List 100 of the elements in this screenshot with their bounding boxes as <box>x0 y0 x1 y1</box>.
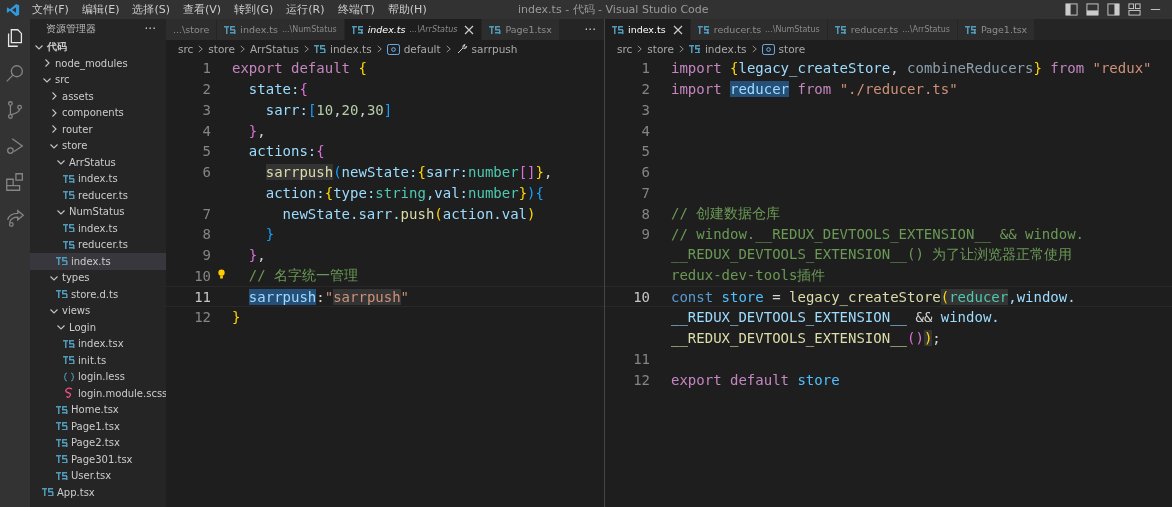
tree-item[interactable]: Page301.tsx <box>30 451 166 468</box>
code-line: import {legacy_createStore, combineReducers} from "redux" <box>671 60 1152 77</box>
line-number: 9 <box>641 226 650 243</box>
more-actions-button[interactable]: ··· <box>144 22 156 36</box>
tree-item[interactable]: store.d.ts <box>30 286 166 303</box>
breadcrumb-item[interactable]: store <box>208 43 235 55</box>
tree-item[interactable]: Page1.tsx <box>30 418 166 435</box>
typescript-file-icon <box>56 405 68 414</box>
line-number: 11 <box>194 288 211 305</box>
code-line: // 创建数据仓库 <box>671 204 781 223</box>
tree-item[interactable]: login.less <box>30 368 166 385</box>
menu-item[interactable]: 运行(R) <box>286 2 325 17</box>
line-number: 9 <box>202 247 211 264</box>
tree-item[interactable]: Home.tsx <box>30 401 166 418</box>
code-line: } <box>264 226 275 243</box>
editor-tab[interactable]: index.ts ...\ArrStatus <box>344 19 483 40</box>
tree-item[interactable]: login.module.scss <box>30 385 166 402</box>
tree-item[interactable]: components <box>30 104 166 121</box>
menu-item[interactable]: 查看(V) <box>183 2 222 17</box>
line-number: 10 <box>633 288 650 305</box>
menu-item[interactable]: 转到(G) <box>234 2 274 17</box>
line-number: 5 <box>202 143 211 160</box>
tree-item[interactable]: index.ts <box>30 170 166 187</box>
line-number: 2 <box>202 81 211 98</box>
tree-item[interactable]: Page2.tsx <box>30 434 166 451</box>
tree-item[interactable]: NumStatus <box>30 203 166 220</box>
tree-item[interactable]: App.tsx <box>30 484 166 501</box>
breadcrumb-item[interactable]: index.ts <box>704 43 747 55</box>
tree-item[interactable]: ArrStatus <box>30 154 166 171</box>
line-number: 7 <box>641 184 650 201</box>
code-line: state:{ <box>247 81 308 98</box>
breadcrumb-item[interactable]: ArrStatus <box>249 43 299 55</box>
window-title: index.ts - 代码 - Visual Studio Code <box>518 2 709 17</box>
editor-tab[interactable]: reducer.ts ...\ArrStatus <box>827 19 958 40</box>
editor-tab[interactable]: reducer.ts ...\NumStatus <box>690 19 828 40</box>
line-number: 8 <box>641 205 650 222</box>
tree-item[interactable]: index.ts <box>30 220 166 237</box>
sass-file-icon <box>63 387 75 400</box>
customize-layout-icon[interactable] <box>1128 3 1141 16</box>
line-number: 4 <box>641 122 650 139</box>
line-number: 5 <box>641 143 650 160</box>
editor-tab[interactable]: Page1.tsx <box>482 19 560 40</box>
menu-item[interactable]: 编辑(E) <box>81 2 120 17</box>
tree-item[interactable]: index.ts <box>30 253 166 270</box>
tree-item[interactable]: node_modules <box>30 55 166 72</box>
workspace-header[interactable]: 代码 <box>30 39 166 55</box>
chevron-right-icon <box>303 44 310 54</box>
breadcrumb-item[interactable]: default <box>403 43 441 55</box>
menu-item[interactable]: 文件(F) <box>32 2 69 17</box>
tree-item[interactable]: Login <box>30 319 166 336</box>
typescript-file-icon <box>56 455 68 464</box>
breadcrumb-item[interactable]: sarrpush <box>471 43 518 55</box>
line-number: 7 <box>202 205 211 222</box>
tree-item[interactable]: init.ts <box>30 352 166 369</box>
code-line: newState.sarr.push(action.val) <box>281 205 536 222</box>
typescript-file-icon <box>42 488 54 497</box>
close-icon[interactable] <box>464 24 475 35</box>
menu-item[interactable]: 选择(S) <box>132 2 171 17</box>
workspace-name: 代码 <box>47 40 67 54</box>
breadcrumb-item[interactable]: src <box>617 43 633 55</box>
typescript-file-icon <box>56 422 68 431</box>
line-number: 6 <box>202 164 211 181</box>
chevron-right-icon <box>197 44 205 54</box>
breadcrumb-item[interactable]: index.ts <box>330 43 372 55</box>
lightbulb-icon[interactable] <box>217 267 226 280</box>
breadcrumb-item[interactable]: store <box>778 43 806 55</box>
line-number: 11 <box>633 350 650 367</box>
tree-item[interactable]: router <box>30 121 166 138</box>
chevron-right-icon <box>375 44 383 54</box>
breadcrumb-item[interactable]: store <box>647 43 674 55</box>
tree-item[interactable]: src <box>30 71 166 88</box>
tree-item[interactable]: store <box>30 137 166 154</box>
tree-item[interactable]: assets <box>30 88 166 105</box>
code-line: action:{type:string,val:number}){ <box>264 184 544 201</box>
close-icon[interactable] <box>672 24 683 35</box>
editor-tab[interactable]: ...\store <box>166 19 218 40</box>
editor-tab[interactable]: Page1.tsx <box>957 19 1036 40</box>
layout-icon[interactable] <box>1107 3 1120 16</box>
tree-item[interactable]: User.tsx <box>30 467 166 484</box>
sidebar-title: 资源管理器 <box>46 22 96 36</box>
breadcrumb-item[interactable]: src <box>178 43 194 55</box>
editor-tab[interactable]: index.ts <box>605 19 691 40</box>
menu-item[interactable]: 终端(T) <box>337 2 375 17</box>
code-line: sarr:[10,20,30] <box>264 101 393 118</box>
tree-item[interactable]: reducer.ts <box>30 187 166 204</box>
menu-item[interactable]: 帮助(H) <box>387 2 427 17</box>
tree-item[interactable]: reducer.ts <box>30 236 166 253</box>
code-line: // 名字统一管理 <box>247 266 359 285</box>
tree-item[interactable]: types <box>30 269 166 286</box>
typescript-file-icon <box>63 191 75 200</box>
chevron-right-icon <box>444 44 452 54</box>
more-actions-button[interactable]: ··· <box>576 22 604 37</box>
code-line: }, <box>247 122 266 139</box>
layout-icon[interactable] <box>1086 3 1099 16</box>
tree-item[interactable]: views <box>30 302 166 319</box>
line-number: 1 <box>641 60 650 77</box>
layout-icon[interactable] <box>1065 3 1078 16</box>
editor-tab[interactable]: index.ts ...\NumStatus <box>217 19 345 40</box>
line-number: 2 <box>641 81 650 98</box>
tree-item[interactable]: index.tsx <box>30 335 166 352</box>
